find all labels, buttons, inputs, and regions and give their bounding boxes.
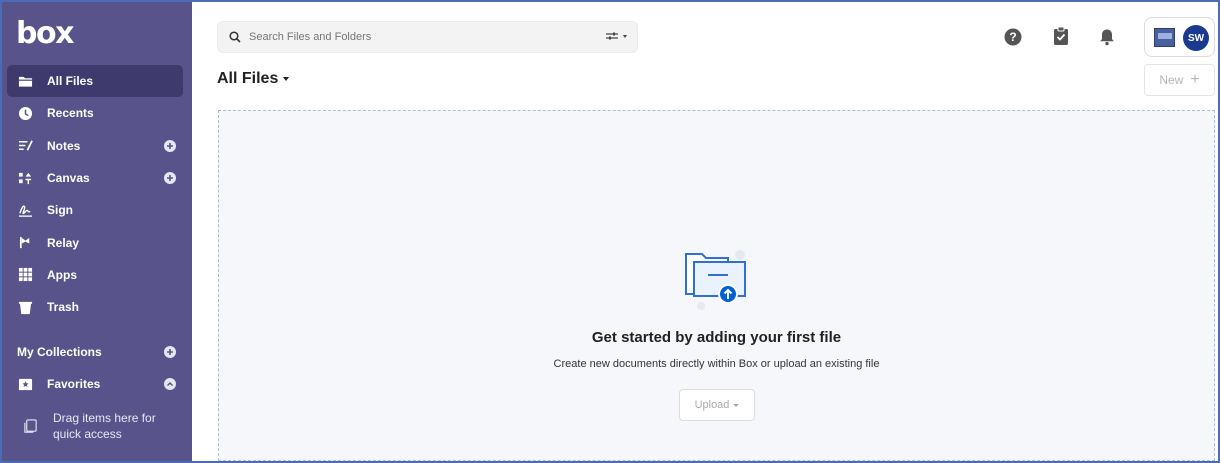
page-title-text: All Files (217, 70, 279, 87)
collapse-favorites-button[interactable] (164, 378, 176, 391)
sidebar-item-label: Favorites (47, 377, 101, 392)
sidebar-item-label: Notes (47, 138, 81, 153)
notifications-bell-icon[interactable] (1098, 28, 1116, 46)
add-canvas-button[interactable] (164, 172, 176, 185)
drag-drop-icon (22, 418, 38, 434)
search-filter-button[interactable] (605, 31, 627, 41)
sidebar-nav: All Files Recents Notes Canvas Sign Rela… (2, 65, 192, 323)
sidebar-item-trash[interactable]: Trash (2, 291, 192, 323)
sidebar-item-label: Relay (47, 235, 80, 250)
tasks-icon[interactable] (1052, 26, 1070, 46)
signature-icon (17, 202, 33, 218)
sidebar-item-favorites[interactable]: Favorites (2, 368, 192, 400)
sidebar-item-label: Apps (47, 267, 77, 282)
sidebar-item-label: Sign (47, 203, 73, 218)
folder-icon (17, 73, 33, 89)
chevron-down-icon (623, 34, 627, 38)
plus-icon: + (1190, 71, 1200, 88)
sidebar-item-notes[interactable]: Notes (2, 130, 192, 162)
page-title[interactable]: All Files (217, 70, 290, 88)
chevron-down-icon (283, 77, 290, 81)
sidebar-item-all-files[interactable]: All Files (7, 65, 183, 98)
svg-text:?: ? (1009, 30, 1016, 44)
favorites-icon (17, 376, 33, 392)
drag-hint-text: Drag items here for quick access (53, 411, 156, 441)
favorites-drop-hint: Drag items here for quick access (22, 410, 163, 442)
help-icon[interactable]: ? (1004, 28, 1022, 46)
upload-drop-zone[interactable]: Get started by adding your first file Cr… (218, 110, 1215, 461)
sidebar: box All Files Recents Notes Canvas Sign … (2, 2, 192, 461)
trash-icon (17, 299, 33, 315)
folder-upload-illustration (684, 248, 750, 319)
sidebar-item-label: Canvas (47, 171, 90, 186)
account-menu[interactable]: SW (1144, 17, 1215, 57)
search-bar[interactable] (217, 21, 638, 53)
upload-button[interactable]: Upload (679, 389, 755, 421)
empty-state-subtitle: Create new documents directly within Box… (553, 358, 880, 370)
canvas-icon (17, 170, 33, 186)
empty-state-title: Get started by adding your first file (591, 329, 842, 346)
sidebar-item-canvas[interactable]: Canvas (2, 162, 192, 194)
sidebar-item-label: Recents (47, 106, 94, 121)
sidebar-item-relay[interactable]: Relay (2, 226, 192, 258)
sidebar-item-label: Trash (47, 300, 80, 315)
notes-icon (17, 138, 33, 154)
upload-button-label: Upload (694, 399, 730, 411)
sidebar-item-recents[interactable]: Recents (2, 97, 192, 129)
sidebar-item-sign[interactable]: Sign (2, 194, 192, 226)
sidebar-item-apps[interactable]: Apps (2, 259, 192, 291)
avatar[interactable]: SW (1183, 25, 1209, 51)
my-collections-header[interactable]: My Collections (2, 337, 192, 367)
relay-icon (17, 235, 33, 251)
box-logo[interactable]: box (16, 16, 74, 51)
filter-sliders-icon (606, 32, 618, 40)
apps-grid-icon (17, 267, 33, 283)
search-icon (229, 31, 241, 43)
search-input[interactable] (249, 31, 579, 43)
chevron-down-icon (733, 403, 740, 407)
add-note-button[interactable] (164, 139, 176, 152)
new-button-label: New (1159, 73, 1184, 87)
new-button[interactable]: New + (1144, 64, 1215, 96)
enterprise-logo-thumbnail (1154, 28, 1175, 47)
add-collection-button[interactable] (164, 346, 176, 358)
clock-icon (17, 105, 33, 121)
sidebar-item-label: All Files (47, 74, 94, 89)
my-collections-label: My Collections (17, 345, 102, 359)
